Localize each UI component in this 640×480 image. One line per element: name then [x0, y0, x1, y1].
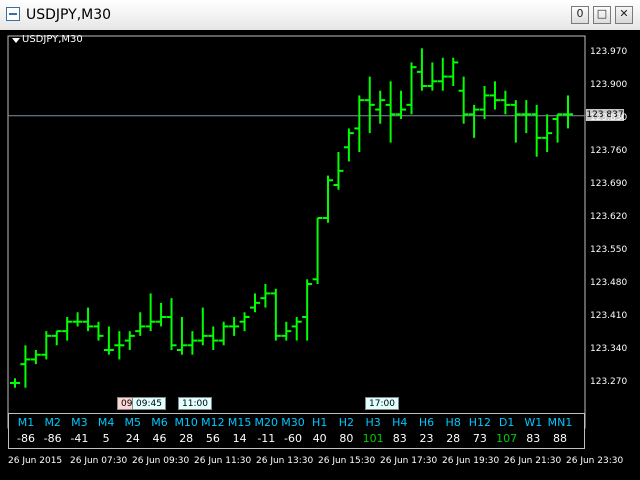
timeframe-label: D1: [498, 416, 515, 429]
timeframe-value: 83: [526, 432, 541, 445]
timeframe-label: M10: [174, 416, 198, 429]
timeframe-label: H6: [418, 416, 435, 429]
timeframe-value: -41: [70, 432, 89, 445]
price-axis-label: 123.830: [590, 113, 628, 123]
timeframe-label: M4: [97, 416, 115, 429]
chart-frame: [7, 35, 586, 429]
chart-window-icon: [6, 7, 20, 21]
timeframe-label: H2: [338, 416, 355, 429]
symbol-dropdown-icon[interactable]: [12, 38, 20, 43]
time-tag: 17:00: [365, 397, 399, 410]
timeframe-value: 46: [152, 432, 167, 445]
timeframe-value: 23: [419, 432, 434, 445]
time-axis-label: 26 Jun 2015: [8, 456, 63, 466]
price-axis-label: 123.480: [590, 278, 628, 288]
price-axis-label: 123.970: [590, 47, 628, 57]
timeframe-value: 56: [205, 432, 220, 445]
price-axis-label: 123.410: [590, 311, 628, 321]
time-axis-label: 26 Jun 09:30: [132, 456, 190, 466]
timeframe-label: M1: [17, 416, 35, 429]
price-axis-label: 123.760: [590, 146, 628, 156]
timeframe-value: 40: [312, 432, 327, 445]
timeframe-value: 24: [125, 432, 140, 445]
timeframe-label: M5: [124, 416, 142, 429]
timeframe-value: -86: [17, 432, 35, 445]
ohlc-bars: [10, 48, 573, 388]
timeframe-value: 28: [179, 432, 194, 445]
time-axis-label: 26 Jun 13:30: [256, 456, 314, 466]
timeframe-value: 83: [392, 432, 407, 445]
minimize-button[interactable]: 0: [571, 6, 589, 24]
timeframe-value: 80: [339, 432, 354, 445]
time-axis-label: 26 Jun 23:30: [566, 456, 624, 466]
timeframe-value: 14: [232, 432, 247, 445]
price-axis-label: 123.690: [590, 179, 628, 189]
symbol-label: USDJPY,M30: [22, 34, 83, 45]
time-tag: 11:00: [178, 397, 212, 410]
timeframe-value: -60: [284, 432, 302, 445]
time-tag: 09:45: [132, 397, 166, 410]
timeframe-label: M12: [201, 416, 225, 429]
chart-area[interactable]: USDJPY,M30 09: 09:45 11:00 17:00 123.837…: [0, 30, 640, 480]
price-axis-label: 123.270: [590, 377, 628, 387]
timeframe-label: M30: [281, 416, 305, 429]
timeframe-label: M6: [151, 416, 168, 429]
time-axis-label: 26 Jun 11:30: [194, 456, 252, 466]
title-bar[interactable]: USDJPY,M30 0 □ ✕: [0, 0, 640, 31]
time-axis-label: 26 Jun 21:30: [504, 456, 562, 466]
time-axis-label: 26 Jun 17:30: [380, 456, 438, 466]
timeframe-label: M15: [227, 416, 252, 429]
time-axis-label: 26 Jun 07:30: [70, 456, 128, 466]
terminal-window: USDJPY,M30 0 □ ✕ USDJPY,M30 09: 09:45 11…: [0, 0, 640, 480]
price-axis-label: 123.620: [590, 212, 628, 222]
timeframe-value: 28: [446, 432, 461, 445]
timeframe-label: MN1: [547, 416, 573, 429]
timeframe-label: M3: [71, 416, 88, 429]
timeframe-value: 101: [362, 432, 384, 445]
strength-panel: M1 -86 M2 -86 M3 -41 M4 5 M5 24 M6 46 M10 28 M12 56 M15 1…: [8, 413, 585, 449]
timeframe-label: H1: [312, 416, 328, 429]
timeframe-value: -11: [257, 432, 276, 445]
timeframe-label: H4: [392, 416, 408, 429]
timeframe-label: H12: [468, 416, 492, 429]
time-axis-label: 26 Jun 15:30: [318, 456, 376, 466]
timeframe-value: 73: [472, 432, 487, 445]
timeframe-value: 5: [102, 432, 110, 445]
timeframe-label: H8: [445, 416, 461, 429]
timeframe-label: M2: [44, 416, 61, 429]
timeframe-value: 107: [496, 432, 518, 445]
maximize-button[interactable]: □: [593, 6, 611, 24]
timeframe-value: -86: [43, 432, 62, 445]
timeframe-label: M20: [254, 416, 279, 429]
timeframe-label: W1: [524, 416, 543, 429]
timeframe-value: 88: [553, 432, 567, 445]
timeframe-label: H3: [365, 416, 381, 429]
price-axis-label: 123.340: [590, 344, 628, 354]
window-title: USDJPY,M30: [26, 7, 112, 23]
plot-border: [7, 35, 586, 429]
time-axis-label: 26 Jun 19:30: [442, 456, 500, 466]
close-button[interactable]: ✕: [615, 6, 633, 24]
price-axis-label: 123.900: [590, 80, 628, 90]
price-axis-label: 123.550: [590, 245, 628, 255]
